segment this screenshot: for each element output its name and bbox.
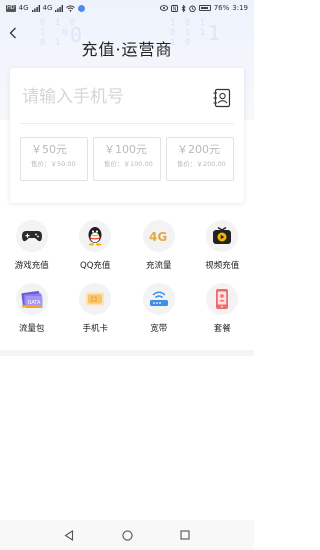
nfc-icon: N (170, 4, 178, 12)
section-divider (0, 350, 254, 356)
status-left: HD 4G 4G (6, 4, 86, 12)
input-divider (20, 123, 234, 124)
service-phone-plan[interactable]: 套餐 (191, 283, 255, 334)
svg-text:4G: 4G (149, 230, 167, 243)
network-1-label: 4G (18, 4, 29, 12)
signal-icon (55, 4, 64, 12)
service-data-recharge[interactable]: 4G 充流量 (127, 220, 191, 271)
network-2-label: 4G (42, 4, 53, 12)
service-label: 宽带 (150, 324, 168, 334)
signal-icon (31, 4, 40, 12)
battery-icon (198, 5, 211, 11)
bluetooth-icon (181, 4, 186, 12)
service-video-recharge[interactable]: 视频充值 (191, 220, 255, 271)
gamepad-icon (15, 220, 48, 252)
system-nav-bar (0, 520, 254, 550)
service-broadband[interactable]: 宽带 (127, 283, 191, 334)
amount-value: ￥200元 (177, 143, 220, 156)
service-label: 流量包 (18, 324, 45, 334)
amount-price: 售价：￥200.00 (177, 160, 226, 168)
service-qq-recharge[interactable]: QQ充值 (64, 220, 128, 271)
router-icon (142, 283, 175, 315)
service-label: 充流量 (145, 261, 172, 271)
amount-value: ￥50元 (31, 143, 67, 156)
service-sim-card[interactable]: 手机卡 (64, 283, 128, 334)
service-label: 游戏充值 (14, 261, 49, 271)
recharge-card: ￥50元 售价：￥50.00 ￥100元 售价：￥100.00 ￥200元 售价… (10, 68, 244, 203)
qq-penguin-icon (79, 220, 112, 252)
phone-number-input[interactable] (22, 86, 192, 108)
sim-card-icon (79, 283, 112, 315)
amount-options: ￥50元 售价：￥50.00 ￥100元 售价：￥100.00 ￥200元 售价… (20, 137, 234, 181)
nav-home-icon[interactable] (119, 527, 135, 543)
4g-icon: 4G (142, 220, 175, 252)
service-label: QQ充值 (80, 261, 111, 271)
service-game-recharge[interactable]: 游戏充值 (0, 220, 64, 271)
service-grid: 游戏充值 QQ充值 4G 充流量 视频充值 DATA 流量包 手机卡 宽带 套餐 (0, 220, 254, 334)
page-title: 充值·运营商 (81, 40, 173, 59)
service-label: 套餐 (213, 324, 231, 334)
amount-option-100[interactable]: ￥100元 售价：￥100.00 (93, 137, 161, 181)
contacts-book-icon[interactable] (212, 88, 232, 108)
phone-plan-icon (206, 283, 239, 315)
wifi-icon (66, 4, 76, 12)
app-notification-icon (78, 4, 86, 12)
amount-price: 售价：￥100.00 (104, 160, 153, 168)
service-label: 手机卡 (82, 324, 108, 334)
recharge-screen: 0 1 01 00 1 0 1 0 10 1 11 0 1 HD 4G 4G N… (0, 0, 254, 550)
svg-text:N: N (173, 6, 177, 12)
hd-indicator: HD (6, 4, 16, 12)
alarm-icon (188, 5, 196, 12)
amount-value: ￥100元 (104, 143, 147, 156)
status-right: N 76% 3:19 (159, 4, 248, 12)
amount-option-50[interactable]: ￥50元 售价：￥50.00 (20, 137, 88, 181)
status-bar: HD 4G 4G N 76% 3:19 (0, 0, 254, 16)
nav-recents-icon[interactable] (177, 527, 193, 543)
status-time: 3:19 (232, 4, 248, 12)
eye-icon (159, 5, 168, 11)
data-package-icon: DATA (15, 283, 48, 315)
service-data-package[interactable]: DATA 流量包 (0, 283, 64, 334)
service-label: 视频充值 (205, 261, 240, 271)
nav-back-icon[interactable] (61, 527, 77, 543)
battery-percent: 76% (213, 4, 230, 12)
amount-option-200[interactable]: ￥200元 售价：￥200.00 (166, 137, 234, 181)
video-play-icon (206, 220, 239, 252)
amount-price: 售价：￥50.00 (31, 160, 76, 168)
